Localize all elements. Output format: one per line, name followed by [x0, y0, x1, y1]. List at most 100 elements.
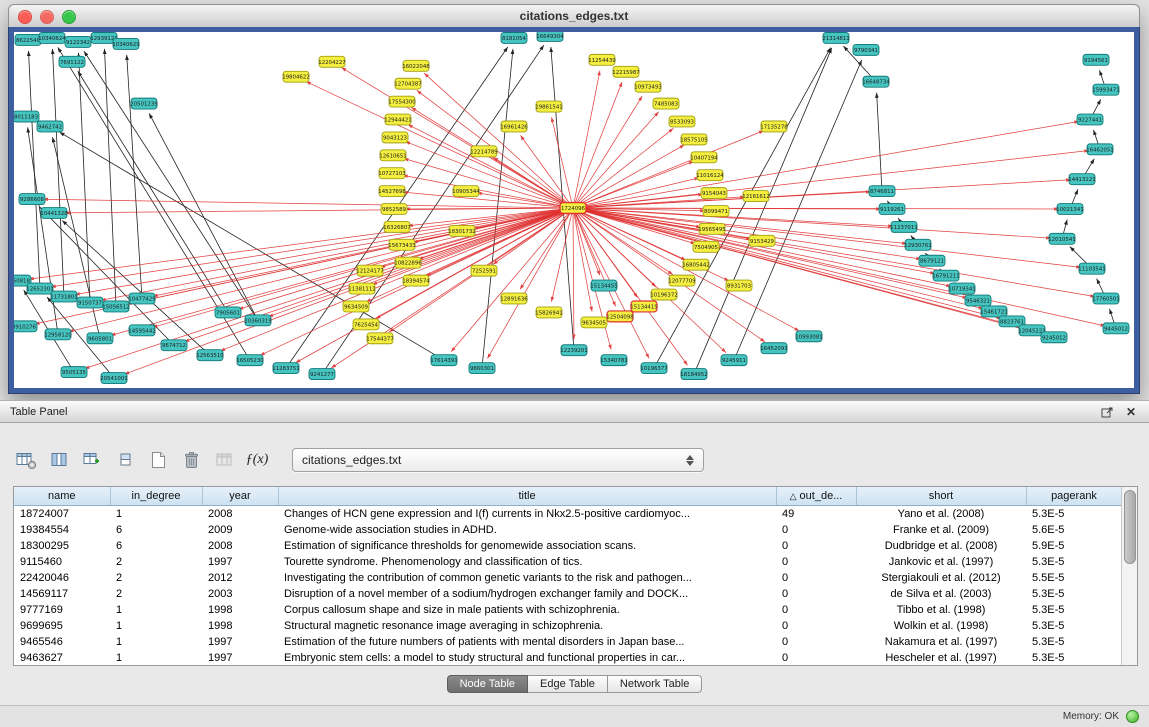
network-node[interactable]: 12958120	[44, 329, 72, 340]
network-node[interactable]: 9605801	[87, 333, 113, 344]
tab-network-table[interactable]: Network Table	[608, 675, 703, 693]
network-node[interactable]: 14527698	[378, 186, 406, 197]
network-node[interactable]: 9153429	[749, 235, 775, 246]
network-node[interactable]: 9245012	[1041, 332, 1067, 343]
table-row[interactable]: 1456911722003Disruption of a novel membe…	[14, 586, 1122, 602]
network-node[interactable]: 15340781	[600, 355, 627, 366]
network-node[interactable]: 10993081	[795, 331, 822, 342]
citation-edge-red[interactable]	[424, 73, 573, 208]
network-node[interactable]: 10973493	[634, 81, 661, 92]
network-canvas[interactable]: 1724096112544391221598710973493748508385…	[14, 32, 1134, 388]
network-node[interactable]: 9043123	[382, 132, 408, 143]
citation-edge-red[interactable]	[573, 208, 600, 275]
network-hub-node[interactable]: 1724096	[560, 203, 586, 214]
citation-edge-black[interactable]	[877, 93, 882, 191]
network-node[interactable]: 17760501	[1092, 293, 1119, 304]
network-node[interactable]: 16791211	[932, 270, 959, 281]
network-node[interactable]: 10441328	[40, 208, 68, 219]
network-node[interactable]: 9860301	[469, 363, 495, 374]
citation-edge-red[interactable]	[75, 208, 573, 295]
network-node[interactable]: 11283751	[272, 363, 299, 374]
network-node[interactable]: 16649304	[536, 32, 564, 41]
network-node[interactable]: 7691122	[59, 56, 85, 67]
network-node[interactable]: 7252591	[471, 265, 497, 276]
network-node[interactable]: 12930761	[904, 239, 931, 250]
network-node[interactable]: 12563510	[196, 350, 224, 361]
network-node[interactable]: 10340629	[112, 38, 140, 49]
network-node[interactable]: 9150737	[77, 297, 103, 308]
network-node[interactable]: 7905601	[215, 307, 241, 318]
column-header-short[interactable]: short	[856, 487, 1026, 506]
network-node[interactable]: 9119261	[879, 204, 905, 215]
network-node[interactable]: 8931703	[726, 280, 752, 291]
network-node[interactable]: 17614391	[430, 355, 457, 366]
network-node[interactable]: 10340624	[38, 32, 66, 43]
network-node[interactable]: 12239201	[560, 345, 587, 356]
network-node[interactable]: 12124177	[356, 265, 383, 276]
network-node[interactable]: 7504905	[693, 241, 719, 252]
network-node[interactable]: 9245911	[721, 355, 747, 366]
network-node[interactable]: 8099471	[703, 206, 729, 217]
network-node[interactable]: 10727103	[378, 168, 405, 179]
network-node[interactable]: 8181054	[501, 32, 527, 43]
column-header-out-degree[interactable]: △out_de...	[776, 487, 856, 506]
network-node[interactable]: 14595442	[128, 325, 155, 336]
table-row[interactable]: 1938455462009Genome-wide association stu…	[14, 522, 1122, 538]
row-options-icon[interactable]	[111, 447, 139, 473]
network-node[interactable]: 18575105	[680, 134, 707, 145]
network-node[interactable]: 8622540	[15, 34, 41, 45]
citation-edge-red[interactable]	[306, 81, 573, 208]
network-node[interactable]: 14413221	[1068, 174, 1095, 185]
citation-edge-red[interactable]	[573, 208, 1059, 209]
network-node[interactable]: 8533093	[669, 116, 695, 127]
citation-edge-red[interactable]	[520, 135, 573, 208]
network-node[interactable]: 9674712	[161, 340, 187, 351]
citation-edge-red[interactable]	[573, 112, 659, 208]
network-node[interactable]: 15134415	[630, 301, 657, 312]
delete-table-icon[interactable]	[177, 447, 205, 473]
citation-edge-red[interactable]	[111, 208, 573, 335]
network-node[interactable]: 10196372	[650, 289, 677, 300]
scrollbar-thumb[interactable]	[1124, 490, 1136, 564]
network-node[interactable]: 10822896	[394, 257, 422, 268]
network-node[interactable]: 15134455	[590, 280, 617, 291]
network-node[interactable]: 12010541	[1048, 233, 1075, 244]
network-node[interactable]: 9122342	[65, 36, 91, 47]
network-node[interactable]: 10196377	[640, 363, 667, 374]
network-node[interactable]: 9634509	[343, 301, 369, 312]
network-node[interactable]: 16022048	[402, 60, 430, 71]
network-node[interactable]: 18184952	[680, 369, 707, 380]
citation-edge-red[interactable]	[573, 208, 1095, 297]
network-node[interactable]: 17544377	[366, 333, 393, 344]
network-node[interactable]: 8910276	[14, 321, 37, 332]
memory-status-indicator-icon[interactable]	[1126, 710, 1139, 723]
network-node[interactable]: 17135278	[760, 121, 788, 132]
network-node[interactable]: 18394574	[402, 275, 430, 286]
network-node[interactable]: 10477429	[128, 293, 156, 304]
network-node[interactable]: 8746811	[869, 186, 895, 197]
network-node[interactable]: 9154043	[701, 188, 727, 199]
tab-edge-table[interactable]: Edge Table	[528, 675, 608, 693]
tab-node-table[interactable]: Node Table	[447, 675, 528, 693]
network-node[interactable]: 15461721	[980, 306, 1007, 317]
network-node[interactable]: 11103541	[1078, 263, 1105, 274]
network-node[interactable]: 15826941	[535, 307, 562, 318]
network-node[interactable]: 16961426	[500, 121, 528, 132]
network-node[interactable]: 7625454	[353, 319, 379, 330]
network-node[interactable]: 9505135	[61, 367, 87, 378]
network-node[interactable]: 10407194	[690, 152, 718, 163]
window-minimize-button[interactable]	[40, 10, 54, 24]
show-columns-icon[interactable]	[45, 447, 73, 473]
network-node[interactable]: 9634505	[581, 317, 607, 328]
network-node[interactable]: 10719341	[948, 283, 975, 294]
network-node[interactable]: 8011183	[14, 111, 39, 122]
network-node[interactable]: 16462051	[1086, 144, 1113, 155]
network-node[interactable]: 10905344	[452, 186, 480, 197]
function-builder-icon[interactable]: ƒ(x)	[243, 447, 271, 473]
column-header-pagerank[interactable]: pagerank	[1026, 487, 1122, 506]
network-node[interactable]: 11381111	[348, 283, 375, 294]
column-header-title[interactable]: title	[278, 487, 776, 506]
network-node[interactable]: 12204227	[318, 56, 345, 67]
network-window-titlebar[interactable]: citations_edges.txt	[8, 4, 1140, 28]
network-node[interactable]: 12214789	[470, 146, 498, 157]
